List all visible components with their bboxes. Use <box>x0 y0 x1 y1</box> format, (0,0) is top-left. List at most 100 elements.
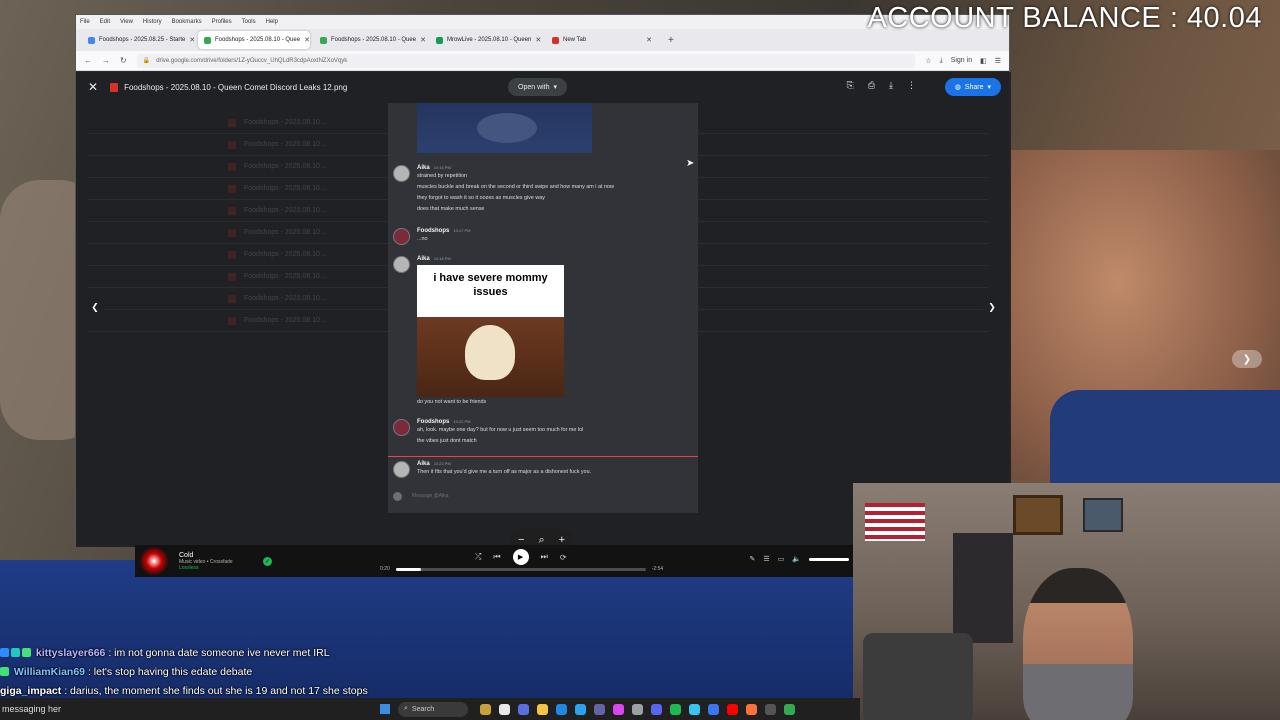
avatar <box>393 461 410 478</box>
badge-icon <box>0 648 9 657</box>
menu-edit[interactable]: Edit <box>100 19 110 25</box>
menu-icon[interactable]: ☰ <box>995 57 1001 65</box>
message-text: muscles buckle and break on the second o… <box>417 184 614 190</box>
queue-icon[interactable]: ☰ <box>763 555 769 563</box>
close-icon[interactable]: ✕ <box>88 80 98 94</box>
browser-tab[interactable]: MrowLive - 2025.08.10 - Queen ✕ <box>430 31 542 49</box>
windows-start-icon[interactable] <box>380 704 390 714</box>
youtube-icon[interactable] <box>727 703 738 715</box>
menu-bookmarks[interactable]: Bookmarks <box>172 19 202 25</box>
volume-icon[interactable]: 🔈 <box>792 555 801 563</box>
chrome-icon[interactable] <box>784 703 795 715</box>
chat-message: Foodshops 10:17 PM ...no <box>393 228 693 245</box>
app-icon[interactable] <box>689 703 700 715</box>
taskbar-search[interactable]: ⌕ Search <box>398 701 468 717</box>
menu-profiles[interactable]: Profiles <box>212 19 232 25</box>
previous-file-icon[interactable]: ❮ <box>86 298 104 316</box>
volume-slider[interactable] <box>809 557 849 561</box>
shuffle-icon[interactable]: ⤮ <box>475 552 481 562</box>
message-text: they forgot to wash it so it oozes as mu… <box>417 195 545 201</box>
file-viewer: Foodshops - 2025.08.10 ... Foodshops - 2… <box>76 72 1011 551</box>
taskbar: messaging her ⌕ Search <box>0 698 860 720</box>
chevron-down-icon: ▾ <box>553 84 558 91</box>
share-button[interactable]: ◍ Share ▾ <box>944 78 1001 96</box>
previous-track-icon[interactable]: ⏮ <box>493 552 500 562</box>
tab-close-icon[interactable]: ✕ <box>646 36 652 44</box>
timestamp: 10:17 PM <box>453 228 471 233</box>
app-icon[interactable] <box>575 703 586 715</box>
nav-bar: ← → ↻ 🔒 drive.google.com/drive/folders/1… <box>76 51 1009 71</box>
menu-help[interactable]: Help <box>266 19 278 25</box>
message-text: ah, look. maybe one day? but for now u j… <box>417 427 584 433</box>
chat-line: kittyslayer666 : im not gonna date someo… <box>0 644 860 663</box>
badge-icon <box>11 648 20 657</box>
tab-close-icon[interactable]: ✕ <box>420 36 426 44</box>
app-icon[interactable] <box>765 703 776 715</box>
tab-label: Foodshops - 2025.08.10 - Quee <box>215 37 301 43</box>
picture-frame <box>1083 498 1123 532</box>
remaining-time: -2:54 <box>651 566 664 572</box>
bookmark-star-icon[interactable]: ☆ <box>925 57 931 65</box>
browser-tab[interactable]: Foodshops - 2025.08.25 - Starte ✕ <box>82 31 194 49</box>
chat-preview-text: messaging her <box>2 704 62 714</box>
app-icon[interactable] <box>594 703 605 715</box>
next-file-icon[interactable]: ❯ <box>983 298 1001 316</box>
message-text: the vibes just dont match <box>417 438 477 444</box>
forward-icon[interactable]: → <box>102 56 110 65</box>
extension-icon[interactable]: ◧ <box>980 57 987 65</box>
avatar <box>393 165 410 182</box>
url-bar[interactable]: 🔒 drive.google.com/drive/folders/1Z-yOuc… <box>136 53 916 68</box>
chat-text: darius, the moment she finds out she is … <box>70 685 368 697</box>
more-options-icon[interactable]: ⋮ <box>907 80 916 91</box>
browser-window: File Edit View History Bookmarks Profile… <box>75 14 1011 551</box>
play-button[interactable]: ▶ <box>512 549 529 565</box>
firefox-icon[interactable] <box>746 703 757 715</box>
app-icon[interactable] <box>499 703 510 715</box>
download-icon[interactable]: ⤓ <box>940 57 943 65</box>
new-tab-icon[interactable]: + <box>668 35 674 46</box>
app-icon[interactable] <box>613 703 624 715</box>
app-icon[interactable] <box>632 703 643 715</box>
download-icon[interactable]: ⤓ <box>889 80 893 91</box>
edge-icon[interactable] <box>556 703 567 715</box>
sign-in-button[interactable]: Sign in <box>951 57 972 64</box>
print-icon[interactable]: ⎙ <box>868 80 875 91</box>
app-icon[interactable] <box>708 703 719 715</box>
message-text: do you not want to be friends <box>417 399 487 405</box>
menu-tools[interactable]: Tools <box>242 19 256 25</box>
menu-file[interactable]: File <box>80 19 90 25</box>
chat-message: Aika 10:18 PM i have severe mommy issues … <box>393 256 693 408</box>
browser-tab[interactable]: Foodshops - 2025.08.10 - Quee ✕ <box>314 31 426 49</box>
elapsed-time: 0:20 <box>380 566 390 572</box>
floating-next-icon[interactable]: ❯ <box>1232 350 1262 368</box>
message-placeholder: Message @Aika <box>412 493 449 499</box>
progress-bar[interactable] <box>395 567 646 571</box>
search-label: Search <box>411 705 435 713</box>
meme-image: i have severe mommy issues <box>417 265 564 397</box>
lyrics-icon[interactable]: ✎ <box>750 555 756 563</box>
device-icon[interactable]: ▭ <box>778 555 785 563</box>
back-icon[interactable]: ← <box>84 56 92 65</box>
background-hoodie-right <box>1050 390 1280 490</box>
spotify-icon[interactable] <box>670 703 681 715</box>
open-with-button[interactable]: Open with ▾ <box>508 78 568 96</box>
next-track-icon[interactable]: ⏭ <box>541 552 548 562</box>
browser-tab[interactable]: New Tab ✕ <box>546 31 658 49</box>
add-shortcut-icon[interactable]: ⎘ <box>847 80 854 91</box>
picture-frame <box>1013 495 1063 535</box>
tab-close-icon[interactable]: ✕ <box>535 36 541 44</box>
app-icon[interactable] <box>518 703 529 715</box>
reload-icon[interactable]: ↻ <box>120 56 127 65</box>
track-title: Cold <box>179 551 194 559</box>
discord-icon[interactable] <box>651 703 662 715</box>
menu-view[interactable]: View <box>120 19 133 25</box>
liked-check-icon[interactable]: ✓ <box>263 556 272 566</box>
menu-history[interactable]: History <box>143 19 162 25</box>
tab-close-icon[interactable]: ✕ <box>304 36 310 44</box>
tab-close-icon[interactable]: ✕ <box>189 36 194 44</box>
browser-tab-active[interactable]: Foodshops - 2025.08.10 - Quee ✕ <box>198 31 310 49</box>
webcam-overlay <box>853 483 1280 720</box>
repeat-icon[interactable]: ⟳ <box>560 553 567 562</box>
folder-icon[interactable] <box>537 703 548 715</box>
app-icon[interactable] <box>480 703 491 715</box>
